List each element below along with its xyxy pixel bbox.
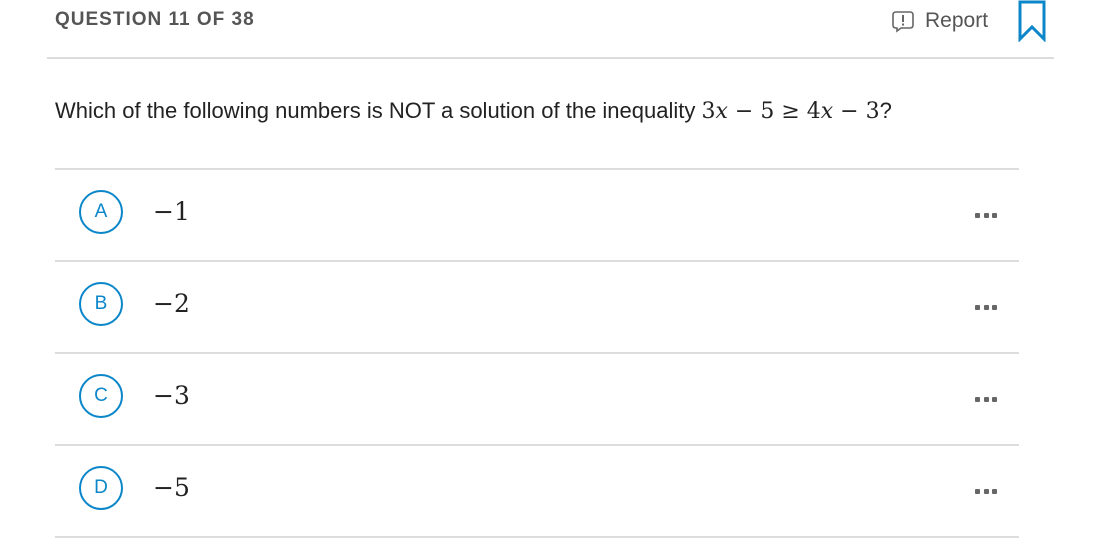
choice-letter-badge: D (79, 466, 123, 510)
relation-symbol: ≥ (774, 99, 807, 124)
answer-choice-d[interactable]: D −5 (55, 446, 1019, 538)
choice-value: −2 (153, 289, 190, 318)
more-options-icon[interactable] (975, 207, 997, 223)
rhs-operator: − (833, 99, 866, 124)
lhs-operator: − (727, 99, 761, 124)
report-label: Report (925, 9, 989, 32)
rhs-coefficient: 4 (806, 99, 821, 124)
question-counter: QUESTION 11 OF 38 (55, 9, 255, 30)
question-prompt: Which of the following numbers is NOT a … (55, 98, 702, 123)
question-text: Which of the following numbers is NOT a … (55, 98, 892, 124)
header-divider (47, 57, 1054, 59)
bookmark-icon[interactable] (1017, 0, 1047, 43)
lhs-constant: 5 (760, 99, 775, 124)
question-header: QUESTION 11 OF 38 Report (0, 0, 1094, 59)
question-mark: ? (879, 98, 892, 123)
report-button[interactable]: Report (891, 7, 988, 35)
lhs-coefficient: 3 (701, 99, 716, 124)
report-exclamation-icon (891, 9, 915, 33)
choice-letter-badge: C (79, 374, 123, 418)
choice-value: −3 (153, 381, 190, 410)
choice-letter-badge: B (79, 282, 123, 326)
answer-choice-c[interactable]: C −3 (55, 354, 1019, 446)
inequality-expression: 3x − 5 ≥ 4x − 3 (701, 99, 879, 124)
rhs-constant: 3 (865, 99, 880, 124)
choice-value: −5 (153, 473, 190, 502)
more-options-icon[interactable] (975, 299, 997, 315)
more-options-icon[interactable] (975, 391, 997, 407)
answer-choice-b[interactable]: B −2 (55, 262, 1019, 354)
lhs-variable: x (715, 99, 728, 124)
rhs-variable: x (820, 99, 834, 124)
choice-value: −1 (153, 197, 190, 226)
choice-letter-badge: A (79, 190, 123, 234)
more-options-icon[interactable] (975, 483, 997, 499)
answer-choice-a[interactable]: A −1 (55, 170, 1019, 262)
answer-choices: A −1 B −2 C −3 D −5 (55, 168, 1019, 538)
